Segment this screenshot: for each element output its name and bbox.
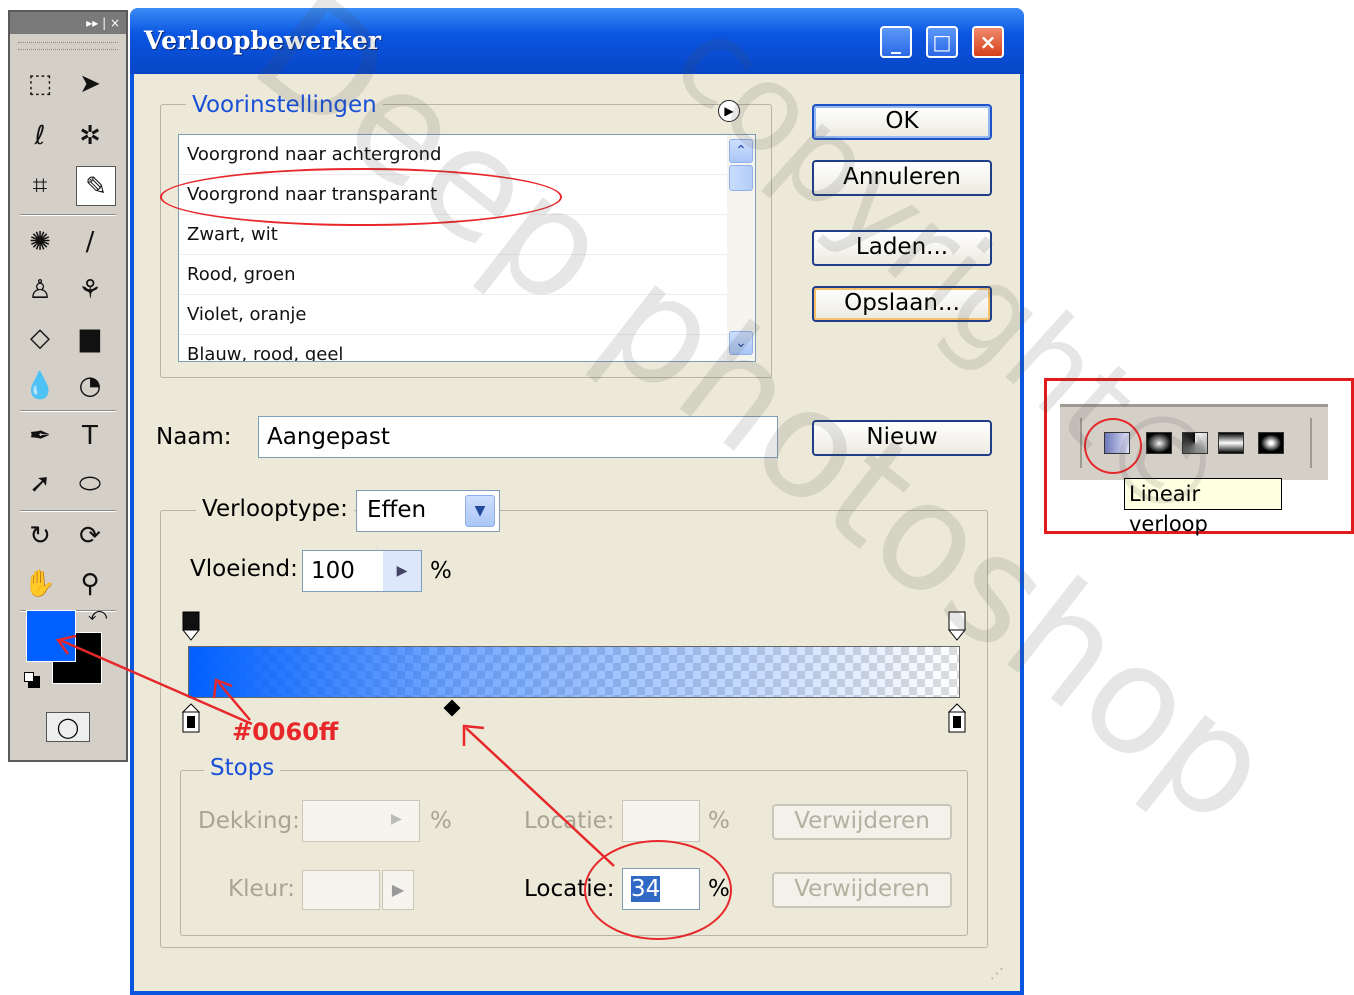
gradient-tooltip: Lineair verloop (1124, 478, 1282, 536)
angle-gradient-icon[interactable] (1182, 432, 1208, 454)
reflected-gradient-icon[interactable] (1218, 432, 1244, 454)
options-divider-right (1310, 418, 1312, 468)
radial-gradient-icon[interactable] (1146, 432, 1172, 454)
options-divider (1080, 418, 1082, 468)
diamond-gradient-icon[interactable] (1258, 432, 1284, 454)
linear-gradient-highlight (1084, 418, 1142, 474)
